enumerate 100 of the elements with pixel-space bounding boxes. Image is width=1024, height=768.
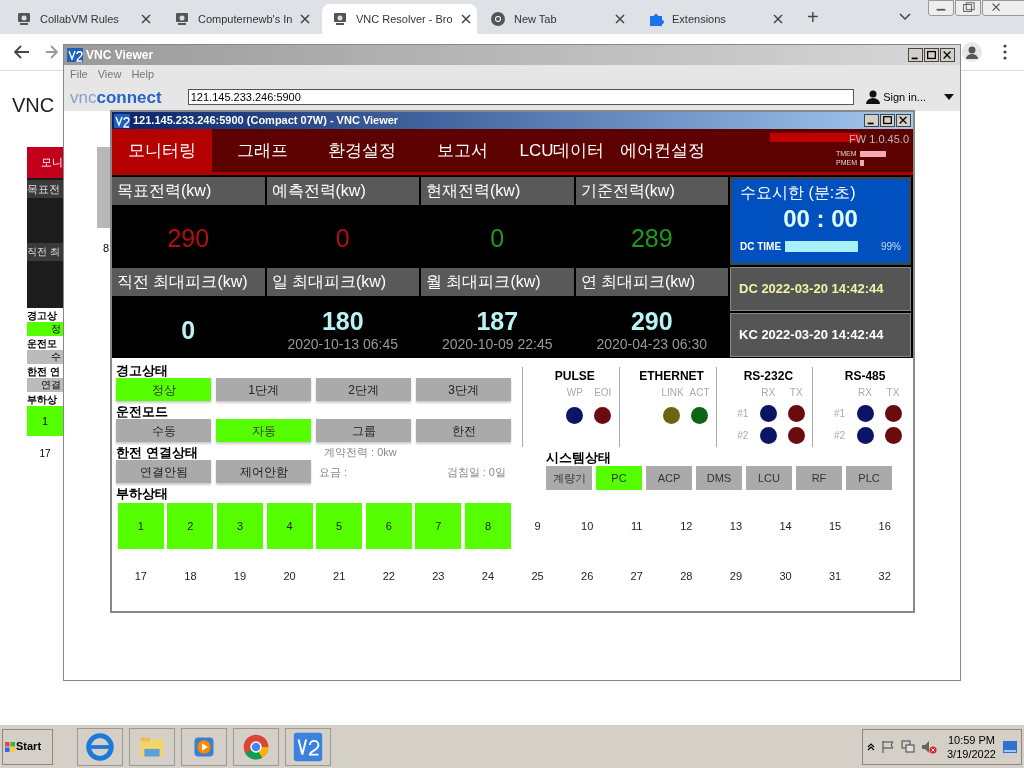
forward-icon[interactable] xyxy=(46,45,58,59)
close-icon[interactable] xyxy=(940,48,955,62)
menu-item[interactable]: Help xyxy=(131,65,154,83)
metric-value: 0 xyxy=(181,317,196,343)
vnc-logo-icon xyxy=(67,48,83,62)
load-box: 1 xyxy=(117,503,164,549)
status-button[interactable]: 연결안됨 xyxy=(116,460,211,483)
indicator-title: RS-485 xyxy=(843,368,886,385)
system-status: ACP xyxy=(646,466,692,490)
maximize-icon[interactable] xyxy=(880,114,895,127)
section-title: 시스템상태 xyxy=(546,450,612,465)
status-button[interactable]: 자동 xyxy=(216,419,311,442)
row-label: #1 xyxy=(833,406,845,421)
minimize-icon[interactable] xyxy=(908,48,923,62)
indicator-column: TX xyxy=(786,385,807,400)
nav-tab[interactable]: 환경설정 xyxy=(312,129,412,172)
metric-label: 연 최대피크(kw) xyxy=(575,268,728,296)
metric-label: 월 최대피크(kw) xyxy=(421,268,574,296)
maximize-icon[interactable] xyxy=(924,48,939,62)
muted-speaker-icon[interactable] xyxy=(921,739,937,754)
close-icon[interactable] xyxy=(615,14,625,24)
load-box: 2 xyxy=(167,503,214,549)
metric-value: 0 xyxy=(490,225,505,251)
windows-logo-icon xyxy=(5,741,15,752)
section-title: 경고상태 xyxy=(116,363,169,378)
show-desktop-icon[interactable] xyxy=(1003,740,1017,753)
start-button[interactable]: Start xyxy=(2,728,53,765)
memory-bar xyxy=(860,150,886,157)
status-button[interactable]: 수동 xyxy=(116,419,211,442)
caret-icon[interactable] xyxy=(899,13,911,21)
nav-tab[interactable]: 에어컨설정 xyxy=(612,129,712,172)
close-icon[interactable] xyxy=(141,14,151,24)
row-label: #2 xyxy=(737,429,749,444)
media-player-icon[interactable] xyxy=(181,727,227,766)
load-number: 18 xyxy=(183,568,198,584)
status-button[interactable]: 2단계 xyxy=(316,378,411,401)
puzzle-icon xyxy=(648,11,664,27)
status-button[interactable]: 한전 xyxy=(416,419,511,442)
new-tab-button[interactable]: + xyxy=(807,7,819,27)
status-button[interactable]: 1단계 xyxy=(216,378,311,401)
indicator-title: ETHERNET xyxy=(638,368,704,385)
system-status: DMS xyxy=(696,466,742,490)
load-number: 25 xyxy=(530,568,545,584)
demand-title: 수요시한 (분:초) xyxy=(740,183,857,203)
load-number: 28 xyxy=(679,568,694,584)
chevron-up-icon[interactable] xyxy=(867,742,875,751)
window-title: VNC Viewer xyxy=(86,47,155,64)
load-number: 14 xyxy=(778,518,793,534)
close-icon[interactable] xyxy=(460,14,471,24)
status-button[interactable]: 정상 xyxy=(116,378,211,401)
clock-time[interactable]: 10:59 PM xyxy=(947,732,995,747)
progress-percent: 99% xyxy=(881,240,901,254)
vnc-logo-icon[interactable] xyxy=(285,727,331,766)
load-number: 10 xyxy=(580,518,595,534)
computer-icon xyxy=(16,11,32,27)
load-box: 3 xyxy=(217,503,263,549)
nav-tab[interactable]: 보고서 xyxy=(412,129,512,172)
load-number: 19 xyxy=(232,568,248,584)
clock-date[interactable]: 3/19/2022 xyxy=(947,746,996,761)
nav-tab[interactable]: 그래프 xyxy=(212,129,312,172)
sign-in-button[interactable]: Sign in... xyxy=(866,88,927,106)
browser-tab[interactable]: VNC Resolver - Bro xyxy=(322,4,477,34)
minimize-icon[interactable] xyxy=(864,114,879,127)
load-number: 29 xyxy=(728,568,744,584)
meter-day: 검침일 : 0일 xyxy=(446,462,506,481)
more-icon[interactable] xyxy=(1003,44,1007,60)
nav-tab[interactable]: 모니터링 xyxy=(112,129,212,172)
menu-item[interactable]: View xyxy=(97,65,122,83)
restore-icon[interactable] xyxy=(955,0,981,16)
status-button[interactable]: 제어안함 xyxy=(216,460,311,483)
window-title: 121.145.233.246:5900 (Compact 07W) - VNC Viewer xyxy=(133,113,400,129)
metric-value: 0 xyxy=(335,225,350,251)
metric-label: 직전 최대피크(kw) xyxy=(112,268,265,296)
tab-title: New Tab xyxy=(514,11,558,27)
load-number: 17 xyxy=(38,447,52,461)
close-icon[interactable] xyxy=(773,14,783,24)
load-box: 6 xyxy=(365,503,412,549)
load-number: 24 xyxy=(480,568,496,584)
close-icon[interactable] xyxy=(300,14,311,24)
tab-title: Computernewb's In xyxy=(198,11,293,27)
metric-label: 일 최대피크(kw) xyxy=(266,268,419,296)
caret-icon[interactable] xyxy=(944,94,954,100)
section-title: 부하상 xyxy=(27,394,58,406)
indicator-column: EOI xyxy=(592,385,613,400)
browser-icon[interactable] xyxy=(77,727,123,766)
flag-icon[interactable] xyxy=(881,739,895,754)
load-box: 4 xyxy=(266,503,313,549)
row-label: #1 xyxy=(737,406,749,421)
status-button[interactable]: 3단계 xyxy=(416,378,511,401)
network-icon[interactable] xyxy=(901,739,915,754)
menu-item[interactable]: File xyxy=(70,65,88,83)
nav-tab[interactable]: LCU데이터 xyxy=(512,129,612,172)
status-button[interactable]: 그룹 xyxy=(316,419,411,442)
dc-time-label: DC TIME xyxy=(740,240,782,254)
address-field[interactable]: 121.145.233.246:5900 xyxy=(187,89,855,105)
profile-icon[interactable] xyxy=(962,42,982,62)
back-icon[interactable] xyxy=(14,45,30,59)
contract-power: 계약전력 : 0kw xyxy=(324,445,397,460)
close-icon[interactable] xyxy=(896,114,911,127)
chrome-icon[interactable] xyxy=(233,727,279,766)
